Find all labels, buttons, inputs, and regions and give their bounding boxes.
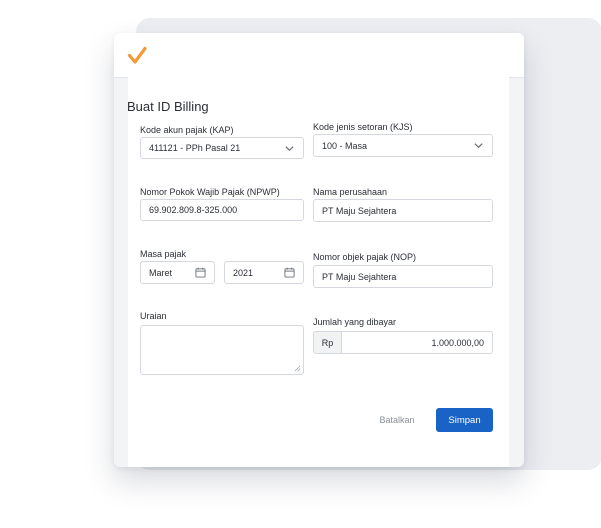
company-value: PT Maju Sejahtera — [322, 205, 397, 216]
period-year-picker[interactable]: 2021 — [224, 261, 304, 284]
amount-input[interactable]: Rp 1.000.000,00 — [313, 331, 493, 354]
description-textarea[interactable] — [140, 325, 304, 375]
period-month-value: Maret — [149, 267, 173, 278]
currency-prefix: Rp — [314, 332, 342, 353]
kjs-value: 100 - Masa — [322, 140, 368, 151]
kjs-label: Kode jenis setoran (KJS) — [313, 122, 413, 132]
kap-value: 411121 - PPh Pasal 21 — [149, 143, 241, 153]
npwp-label: Nomor Pokok Wajib Pajak (NPWP) — [140, 187, 280, 197]
kap-select[interactable]: 411121 - PPh Pasal 21 — [140, 137, 304, 159]
nop-input[interactable]: PT Maju Sejahtera — [313, 265, 493, 288]
npwp-value: 69.902.809.8-325.000 — [149, 205, 238, 215]
period-year-value: 2021 — [233, 267, 254, 278]
chevron-down-icon — [474, 143, 483, 149]
nop-value: PT Maju Sejahtera — [322, 271, 397, 282]
period-label: Masa pajak — [140, 249, 187, 259]
company-label: Nama perusahaan — [313, 187, 388, 197]
amount-label: Jumlah yang dibayar — [313, 317, 397, 327]
nop-label: Nomor objek pajak (NOP) — [313, 252, 417, 262]
period-month-picker[interactable]: Maret — [140, 261, 215, 284]
cancel-button[interactable]: Batalkan — [370, 408, 424, 432]
chevron-down-icon — [285, 145, 294, 151]
amount-value: 1.000.000,00 — [431, 337, 484, 348]
page-title: Buat ID Billing — [127, 99, 209, 114]
checkmark-logo-icon — [127, 46, 147, 64]
kap-label: Kode akun pajak (KAP) — [140, 125, 234, 135]
company-input[interactable]: PT Maju Sejahtera — [313, 199, 493, 222]
resize-grip-icon[interactable] — [294, 365, 301, 372]
calendar-icon — [284, 267, 295, 278]
save-button[interactable]: Simpan — [436, 408, 493, 432]
calendar-icon — [195, 267, 206, 278]
kjs-select[interactable]: 100 - Masa — [313, 134, 493, 157]
description-label: Uraian — [140, 311, 167, 321]
window-titlebar — [114, 33, 524, 78]
npwp-input[interactable]: 69.902.809.8-325.000 — [140, 199, 304, 221]
